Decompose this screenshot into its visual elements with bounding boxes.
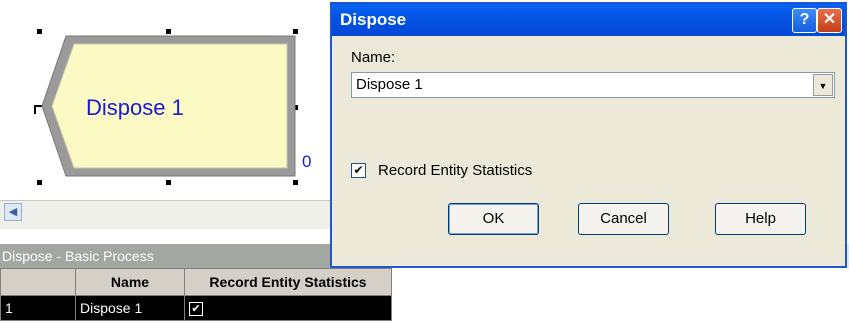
row-record-stats-cell[interactable]: ✔ [184,295,392,321]
name-label: Name: [351,49,396,66]
cancel-button[interactable]: Cancel [578,203,669,235]
spreadsheet-table: Name Record Entity Statistics 1 Dispose … [0,268,392,321]
dialog-titlebar[interactable]: Dispose ? ✕ [332,4,845,36]
name-value[interactable]: Dispose 1 [356,76,423,93]
horizontal-scrollbar[interactable] [0,200,340,229]
row-name-cell[interactable]: Dispose 1 [75,295,185,321]
ok-button[interactable]: OK [448,203,539,235]
column-header-record-stats[interactable]: Record Entity Statistics [184,268,392,296]
table-row[interactable]: 1 Dispose 1 ✔ [0,295,392,321]
record-stats-checkbox[interactable]: ✔ [351,163,366,178]
help-icon[interactable]: ? [792,8,817,33]
module-counter: 0 [302,152,312,171]
help-button[interactable]: Help [715,203,806,235]
column-header-name[interactable]: Name [75,268,185,296]
name-combobox[interactable]: Dispose 1 ▼ [351,72,835,98]
row-index[interactable]: 1 [0,295,76,321]
chevron-down-icon[interactable]: ▼ [813,74,833,96]
close-icon[interactable]: ✕ [817,8,842,33]
module-label: Dispose 1 [86,95,184,120]
record-stats-cell-checkbox[interactable]: ✔ [189,302,203,317]
dispose-dialog: Dispose ? ✕ Name: Dispose 1 ▼ ✔ Record E… [330,2,847,268]
scroll-left-icon[interactable]: ◀ [4,203,22,221]
row-header-column [0,268,76,296]
record-stats-label[interactable]: Record Entity Statistics [378,162,532,179]
entry-connector-tick [34,105,36,114]
dialog-title: Dispose [340,10,407,29]
spreadsheet-title: Dispose - Basic Process [0,244,340,268]
